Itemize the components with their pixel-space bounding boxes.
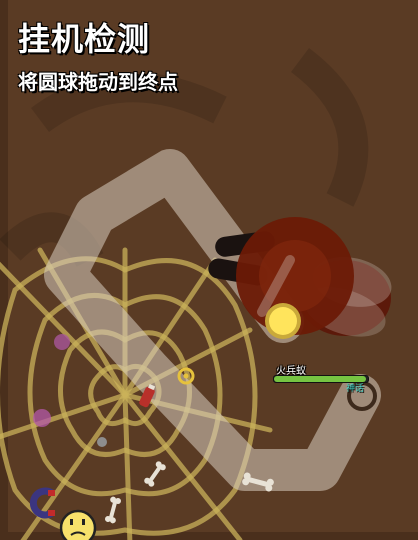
page-title: 挂机检测	[18, 20, 151, 58]
instruction-text: 将圆球拖动到终点	[18, 70, 178, 94]
petal-icon	[33, 409, 51, 427]
petal-icon	[54, 334, 70, 350]
grey-orb	[97, 437, 107, 447]
game-canvas[interactable]: 挂机检测 将圆球拖动到终点 火兵蚁 神话	[0, 0, 418, 540]
mob-rarity-label: 神话	[346, 384, 365, 394]
player-face-icon	[59, 509, 97, 540]
drag-ball-icon[interactable]	[265, 303, 301, 339]
